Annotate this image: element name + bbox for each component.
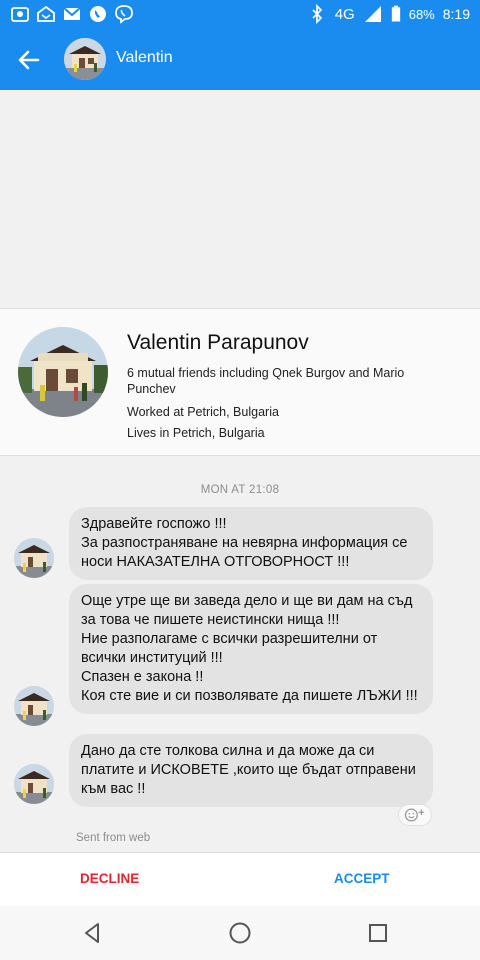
message-bubble[interactable]: Здравейте госпожо !!! За разпостраняване…	[69, 507, 433, 580]
add-reaction-icon	[404, 808, 425, 822]
profile-photo	[18, 327, 108, 417]
accept-button[interactable]: ACCEPT	[334, 871, 390, 886]
mail-secure-icon	[11, 7, 29, 22]
battery-icon	[391, 5, 400, 22]
profile-location: Lives in Petrich, Bulgaria	[127, 426, 265, 440]
mutual-friends: 6 mutual friends including Qnek Burgov a…	[127, 366, 405, 396]
battery-level: 68%	[408, 6, 435, 22]
add-reaction-button[interactable]	[398, 804, 432, 826]
sent-from-label: Sent from web	[76, 832, 151, 844]
avatar[interactable]	[64, 38, 106, 80]
avatar-photo	[64, 38, 106, 80]
bluetooth-icon	[312, 4, 322, 24]
network-indicator: 4G	[334, 5, 355, 23]
recents-square-icon[interactable]	[365, 920, 391, 946]
status-bar: 4G 68% 8:19	[0, 0, 480, 28]
home-mail-icon	[37, 5, 55, 22]
message-avatar[interactable]	[14, 764, 54, 804]
profile-card[interactable]: Valentin Parapunov 6 mutual friends incl…	[0, 308, 480, 456]
gmail-icon	[63, 7, 81, 20]
phone-icon	[90, 6, 106, 22]
conversation-header: Valentin	[0, 28, 480, 90]
message-request-actions: DECLINE ACCEPT	[0, 852, 480, 906]
message-bubble[interactable]: Още утре ще ви заведа дело и ще ви дам н…	[69, 584, 433, 714]
system-nav-bar	[0, 906, 480, 960]
back-triangle-icon[interactable]	[80, 920, 106, 946]
conversation-area[interactable]: Valentin Parapunov 6 mutual friends incl…	[0, 90, 480, 852]
date-separator: MON AT 21:08	[200, 484, 280, 496]
decline-button[interactable]: DECLINE	[80, 871, 139, 886]
message-avatar[interactable]	[14, 538, 54, 578]
viber-icon	[115, 5, 133, 24]
profile-name: Valentin Parapunov	[127, 331, 309, 354]
avatar-photo	[14, 538, 54, 578]
signal-icon	[364, 6, 381, 22]
message-avatar[interactable]	[14, 686, 54, 726]
avatar-photo	[14, 686, 54, 726]
arrow-left-icon[interactable]	[14, 45, 44, 75]
page-title: Valentin	[116, 49, 173, 66]
clock: 8:19	[442, 6, 470, 22]
message-bubble[interactable]: Дано да сте толкова силна и да може да с…	[69, 734, 433, 807]
avatar-photo	[14, 764, 54, 804]
profile-work: Worked at Petrich, Bulgaria	[127, 405, 279, 419]
profile-avatar[interactable]	[18, 327, 108, 417]
home-circle-icon[interactable]	[227, 920, 253, 946]
